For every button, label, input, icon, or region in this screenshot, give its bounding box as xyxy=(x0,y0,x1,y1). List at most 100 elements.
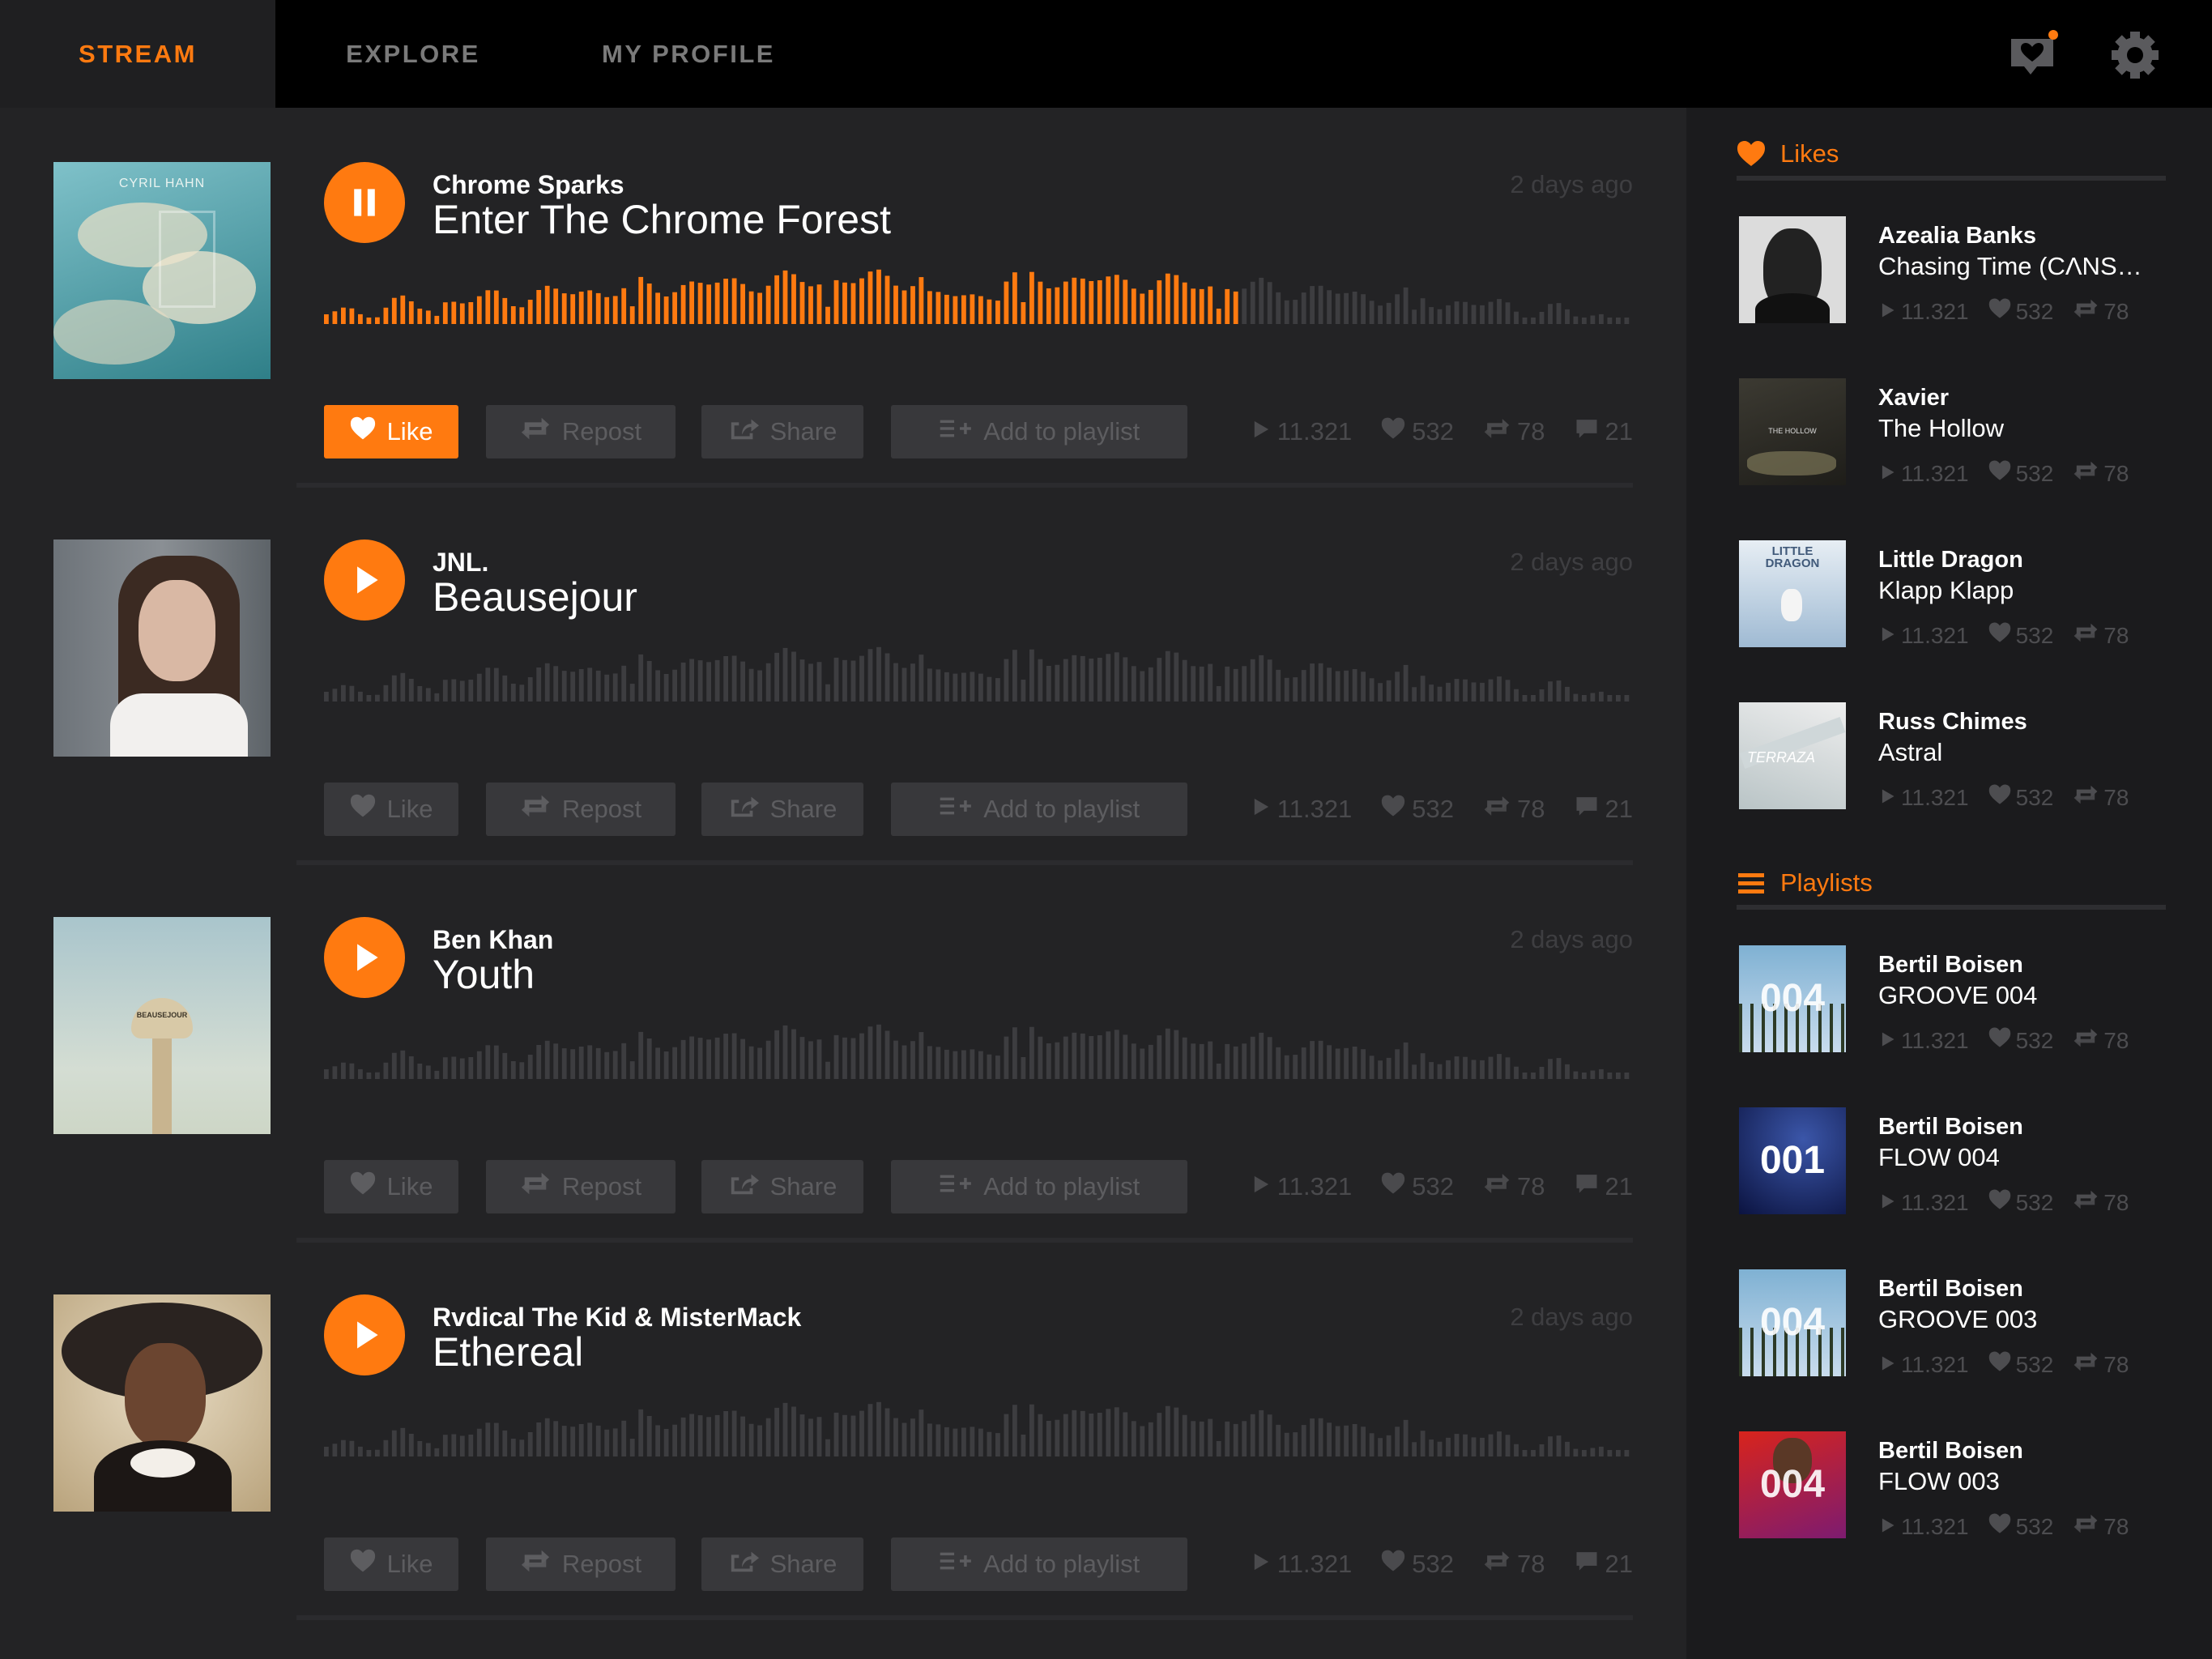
repost-count-icon xyxy=(2073,1511,2103,1542)
playlist-item[interactable]: 001 Bertil Boisen FLOW 004 11.321 532 78 xyxy=(1739,1107,2160,1221)
waveform-bar-played xyxy=(629,306,635,324)
waveform[interactable] xyxy=(324,1367,1633,1456)
waveform-bar xyxy=(1463,1056,1468,1079)
playlist-item[interactable]: 004 Bertil Boisen FLOW 003 11.321 532 78 xyxy=(1739,1431,2160,1545)
liked-track-item[interactable]: LITTLE DRAGON Little Dragon Klapp Klapp … xyxy=(1739,540,2160,654)
liked-track-item[interactable]: THE HOLLOW Xavier The Hollow 11.321 532 … xyxy=(1739,378,2160,492)
like-button[interactable]: Like xyxy=(324,1160,458,1213)
like-count: 532 xyxy=(1988,621,2053,650)
comment-count-icon xyxy=(1575,416,1605,447)
waveform-bar xyxy=(1386,680,1392,702)
waveform-bar xyxy=(383,1439,389,1456)
waveform[interactable] xyxy=(324,235,1633,324)
sidebar-title: Astral xyxy=(1878,738,1943,766)
album-art[interactable] xyxy=(53,539,271,757)
tab-explore[interactable]: EXPLORE xyxy=(275,0,551,108)
liked-track-item[interactable]: TERRAZA Russ Chimes Astral 11.321 532 78 xyxy=(1739,702,2160,816)
album-art[interactable] xyxy=(53,1294,271,1512)
waveform-bar xyxy=(1012,650,1017,702)
waveform-bar xyxy=(391,1052,397,1079)
liked-track-item[interactable]: Azealia Banks Chasing Time (CΛNS… 11.321… xyxy=(1739,216,2160,330)
like-label: Like xyxy=(386,1172,433,1201)
waveform-bar-played xyxy=(1131,288,1136,324)
play-button[interactable] xyxy=(324,539,405,621)
waveform-bar-played xyxy=(1148,289,1153,324)
likes-heading[interactable]: Likes xyxy=(1737,132,2166,181)
add-to-playlist-button[interactable]: Add to playlist xyxy=(891,1537,1187,1591)
waveform-bar xyxy=(1318,1418,1323,1456)
waveform-bar xyxy=(1114,652,1119,702)
waveform-bar xyxy=(612,1051,618,1079)
waveform-bar xyxy=(1216,686,1221,702)
like-count-value: 532 xyxy=(2015,1189,2054,1215)
add-to-playlist-button[interactable]: Add to playlist xyxy=(891,1160,1187,1213)
waveform-bar xyxy=(867,649,873,702)
waveform-bar xyxy=(782,1402,788,1456)
sidebar-title: FLOW 003 xyxy=(1878,1467,2000,1495)
repost-button[interactable]: Repost xyxy=(486,405,676,458)
waveform-bar xyxy=(1250,281,1255,324)
waveform-bar xyxy=(1378,1438,1383,1456)
waveform-bar-played xyxy=(799,282,805,324)
waveform-bar xyxy=(936,669,941,702)
add-to-playlist-button[interactable]: Add to playlist xyxy=(891,405,1187,458)
like-button[interactable]: Like xyxy=(324,783,458,836)
album-art[interactable]: BEAUSEJOUR xyxy=(53,917,271,1134)
waveform-bar-played xyxy=(544,285,550,324)
waveform[interactable] xyxy=(324,612,1633,702)
gear-icon[interactable] xyxy=(2109,29,2161,81)
share-button[interactable]: Share xyxy=(701,783,863,836)
repost-button[interactable]: Repost xyxy=(486,1537,676,1591)
playlist-item[interactable]: 004 Bertil Boisen GROOVE 004 11.321 532 … xyxy=(1739,945,2160,1059)
play-button[interactable] xyxy=(324,917,405,998)
tab-stream[interactable]: STREAM xyxy=(0,0,275,108)
waveform-bar xyxy=(1174,1030,1179,1079)
waveform-bar xyxy=(1225,666,1230,702)
waveform-bar xyxy=(825,684,830,702)
stream-item: Rvdical The Kid & MisterMack Ethereal 2 … xyxy=(0,1294,1686,1659)
waveform-bar xyxy=(1403,287,1409,324)
notification-heart-icon[interactable] xyxy=(2008,29,2060,81)
add-to-playlist-button[interactable]: Add to playlist xyxy=(891,783,1187,836)
share-icon xyxy=(728,1546,770,1583)
waveform-bar xyxy=(604,674,610,702)
waveform-bar-played xyxy=(1225,288,1230,324)
waveform-bar xyxy=(1488,1056,1494,1079)
play-icon xyxy=(357,944,378,971)
waveform-bar xyxy=(1624,1450,1630,1456)
waveform-bar-played xyxy=(697,283,703,324)
app: STREAM EXPLORE MY PROFILE CYRIL HAHN Chr… xyxy=(0,0,2212,1659)
waveform-bar xyxy=(1293,677,1298,702)
heart-icon xyxy=(350,1171,387,1203)
waveform-bar-played xyxy=(468,302,474,324)
repost-button[interactable]: Repost xyxy=(486,783,676,836)
like-button[interactable]: Like xyxy=(324,405,458,458)
waveform-bar xyxy=(1012,1405,1017,1456)
waveform-bar xyxy=(1446,682,1451,702)
waveform-bar xyxy=(1480,1437,1485,1456)
waveform-bar xyxy=(1097,1413,1102,1456)
pause-button[interactable] xyxy=(324,162,405,243)
waveform-bar xyxy=(638,1409,644,1456)
play-count: 11.321 xyxy=(1250,1172,1352,1201)
waveform-bar xyxy=(782,1025,788,1079)
album-art[interactable]: CYRIL HAHN xyxy=(53,162,271,379)
waveform-bar xyxy=(1038,1414,1043,1456)
repost-button[interactable]: Repost xyxy=(486,1160,676,1213)
waveform-bar xyxy=(629,1439,635,1456)
waveform-bar xyxy=(1301,1047,1306,1079)
play-button[interactable] xyxy=(324,1294,405,1375)
like-button[interactable]: Like xyxy=(324,1537,458,1591)
tab-my-profile[interactable]: MY PROFILE xyxy=(551,0,826,108)
add-to-playlist-label: Add to playlist xyxy=(983,1172,1140,1201)
share-button[interactable]: Share xyxy=(701,1160,863,1213)
waveform-bar xyxy=(1284,1055,1289,1079)
share-button[interactable]: Share xyxy=(701,1537,863,1591)
share-button[interactable]: Share xyxy=(701,405,863,458)
play-count-icon xyxy=(1250,417,1277,446)
waveform-bar xyxy=(842,1414,847,1456)
repost-count: 78 xyxy=(1483,415,1545,449)
playlists-heading[interactable]: Playlists xyxy=(1737,861,2166,910)
playlist-item[interactable]: 004 Bertil Boisen GROOVE 003 11.321 532 … xyxy=(1739,1269,2160,1383)
waveform[interactable] xyxy=(324,990,1633,1079)
